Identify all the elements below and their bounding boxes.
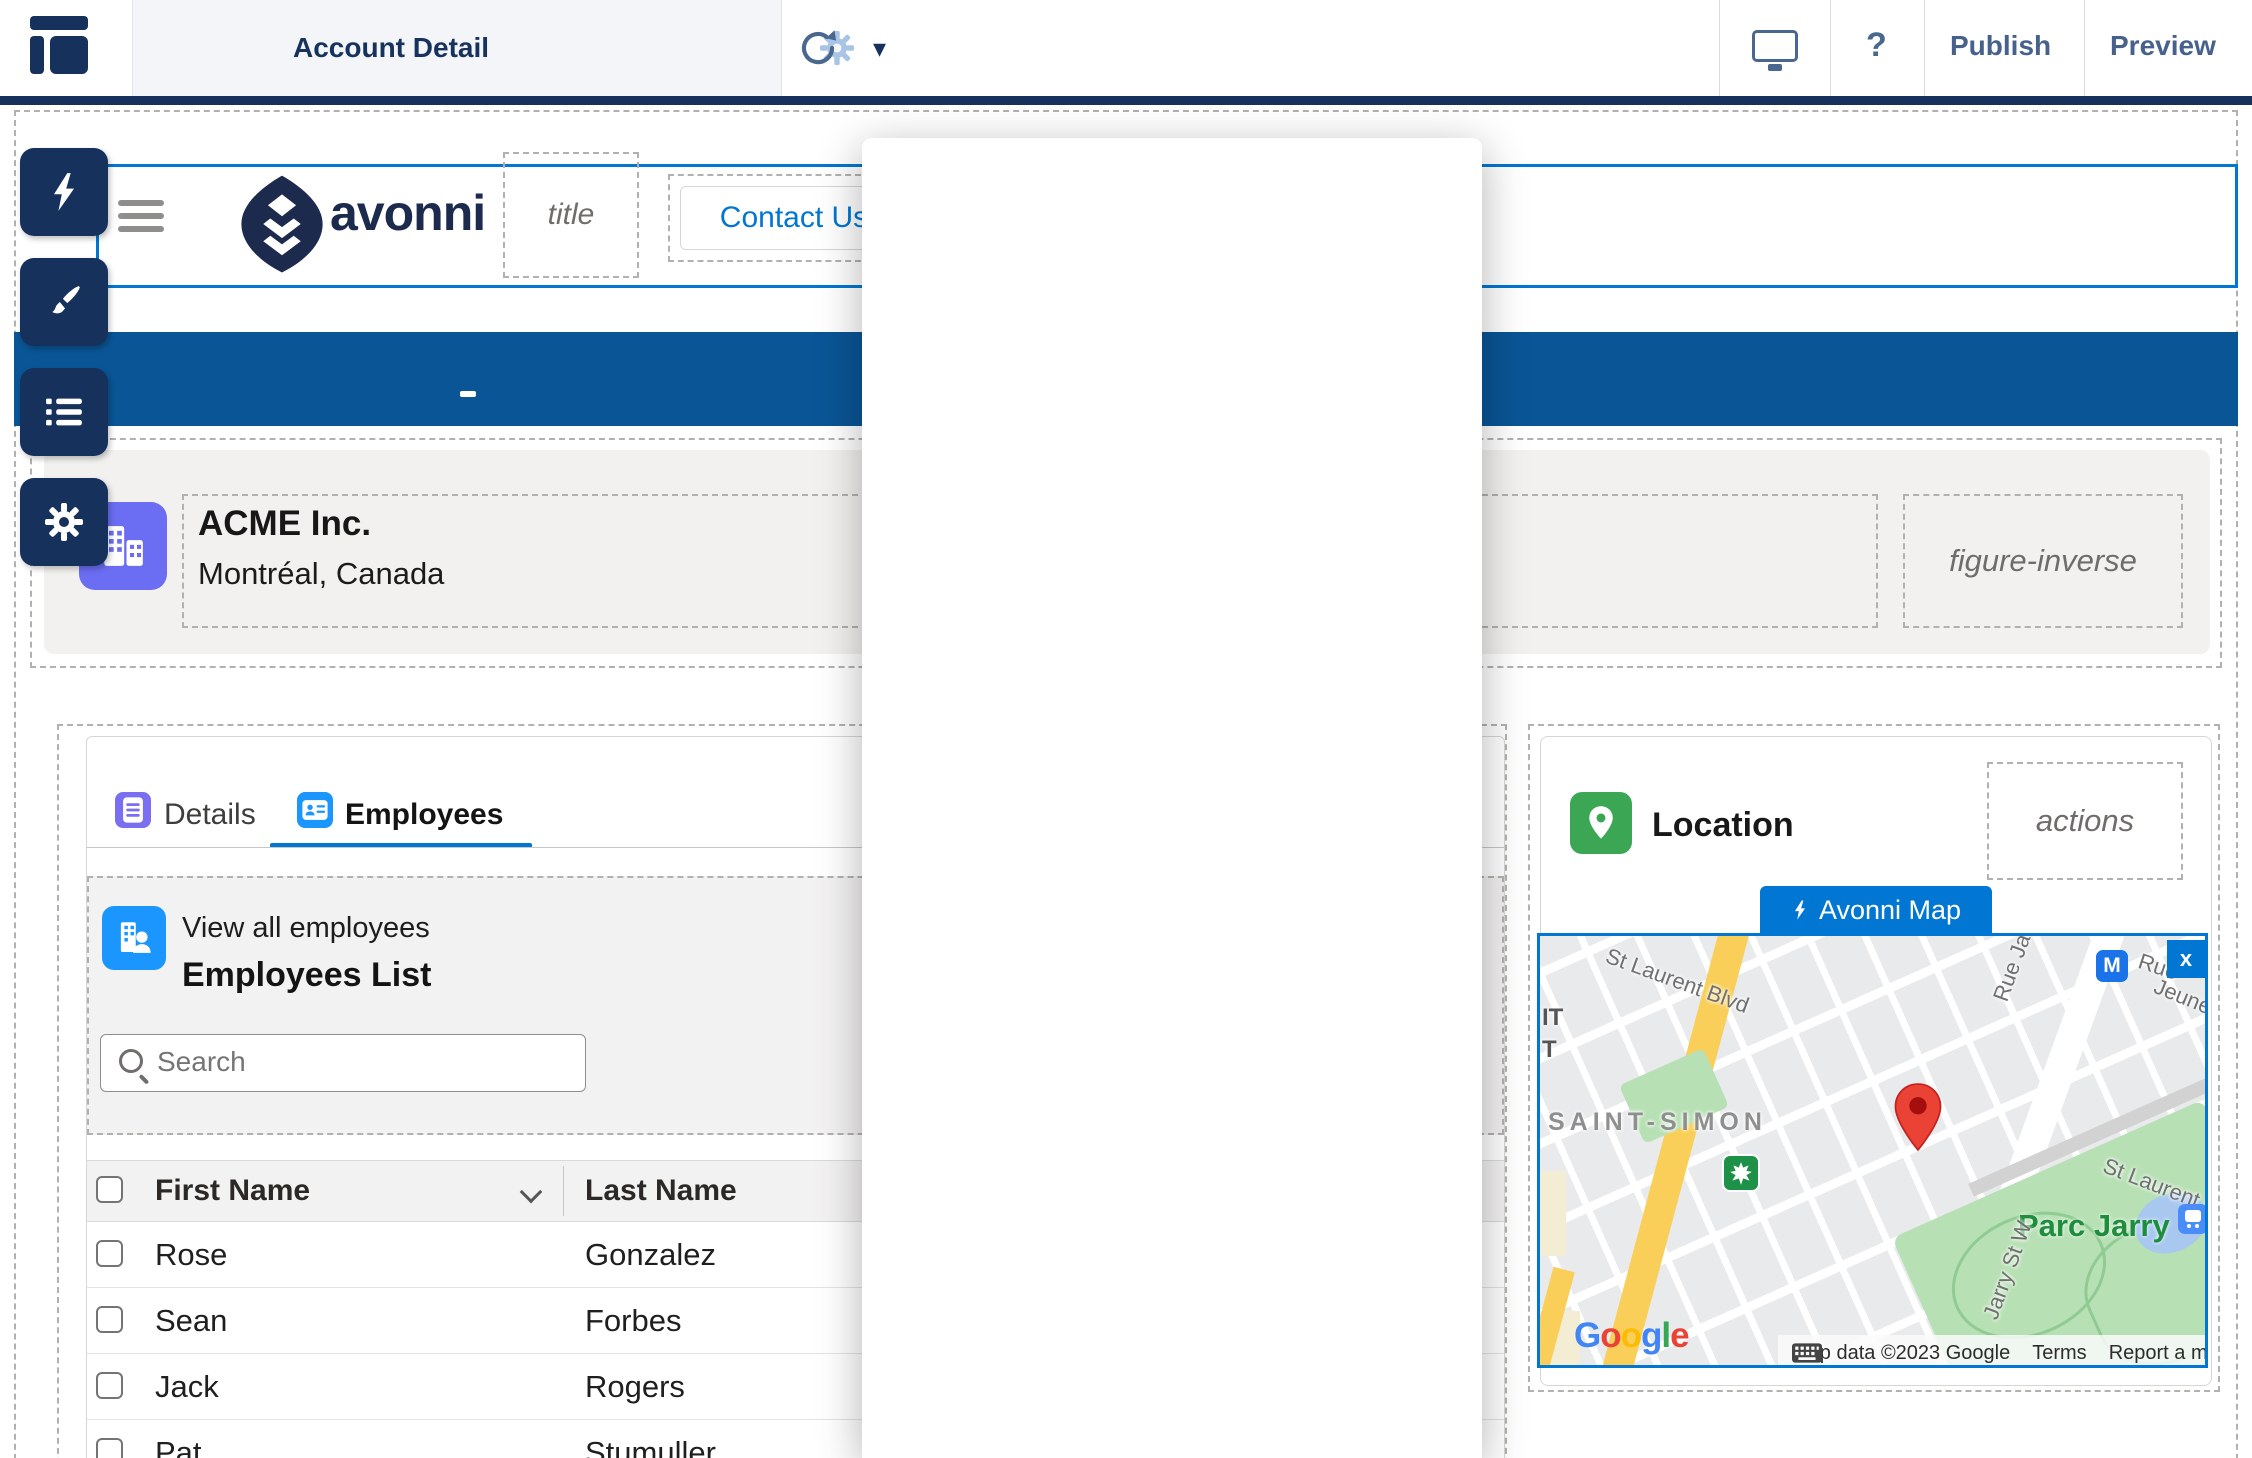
transit-station-icon (2178, 1204, 2208, 1234)
avonni-map-component-badge[interactable]: Avonni Map (1760, 886, 1992, 934)
banner-text-right: ud to the Next Level. (1572, 694, 1847, 728)
brand-wordmark: avonni (330, 184, 485, 242)
details-tab-icon[interactable] (115, 792, 151, 828)
divider (2084, 0, 2085, 96)
banner-text-left: Just Released, Avonni Co (524, 694, 867, 728)
cell-first-name: Pat (155, 1435, 202, 1458)
avonni-logo-icon (232, 174, 332, 279)
employees-list-title: Employees List (182, 956, 431, 995)
cell-last-name: Gonzalez (585, 1237, 716, 1273)
device-preview-icon[interactable] (1752, 30, 1798, 62)
map-label-jeunesse: Jeuness (2150, 974, 2208, 1029)
map-terms-link[interactable]: Terms (2032, 1342, 2086, 1365)
structure-list-button[interactable] (20, 368, 108, 456)
map-label-rue-jarry: Rue Jarry (1988, 933, 2045, 1005)
device-preview-icon-stand (1768, 64, 1782, 71)
tab-details[interactable]: Details (164, 798, 256, 832)
figure-inverse-placeholder[interactable]: figure-inverse (1903, 494, 2183, 628)
column-header-first-name[interactable]: First Name (155, 1174, 310, 1208)
divider (1924, 0, 1925, 96)
page-dropdown-caret-icon[interactable]: ▾ (873, 33, 886, 64)
page-selector[interactable]: Account Detail ▾ (132, 0, 782, 96)
employees-list-icon (102, 906, 166, 970)
map-label-fragment: T (1542, 1036, 1557, 1064)
account-location: Montréal, Canada (198, 556, 444, 592)
hamburger-menu-icon[interactable] (118, 200, 164, 239)
row-checkbox[interactable] (96, 1306, 123, 1333)
location-pin-icon (1570, 792, 1632, 854)
location-title: Location (1652, 806, 1794, 845)
canvas-top-border (0, 96, 2252, 105)
map-report-link[interactable]: Report a map e (2109, 1342, 2208, 1365)
lightning-icon (1791, 899, 1809, 921)
cell-last-name: Stumuller (585, 1435, 716, 1458)
select-all-checkbox[interactable] (96, 1176, 123, 1203)
map-label-parc-jarry: Parc Jarry (2018, 1208, 2170, 1244)
map-label-saint-simon: SAINT-SIMON (1548, 1108, 1767, 1137)
row-checkbox[interactable] (96, 1240, 123, 1267)
keyboard-icon (1792, 1343, 1822, 1363)
experience-builder-screen: Account Detail ▾ ? Publish Previ (0, 0, 2252, 1458)
divider (1719, 0, 1720, 96)
column-divider (563, 1166, 564, 1216)
actions-placeholder[interactable]: actions (1987, 762, 2183, 880)
cell-first-name: Rose (155, 1237, 227, 1273)
preview-button[interactable]: Preview (2110, 30, 2216, 62)
cell-last-name: Rogers (585, 1369, 685, 1405)
map-lot (1537, 1171, 1566, 1256)
announcement-icon-stand (460, 391, 476, 397)
help-icon[interactable]: ? (1866, 26, 1887, 65)
top-toolbar: Account Detail ▾ ? Publish Previ (0, 0, 2252, 96)
row-checkbox[interactable] (96, 1372, 123, 1399)
cell-first-name: Jack (155, 1369, 219, 1405)
employees-search[interactable] (100, 1034, 586, 1092)
column-header-last-name[interactable]: Last Name (585, 1174, 737, 1208)
google-map[interactable]: St Laurent Blvd IT T SAINT-SIMON Rue Jar… (1537, 933, 2208, 1368)
refresh-icon[interactable] (796, 26, 840, 70)
highway-maple-leaf-icon (1722, 1154, 1760, 1192)
theme-brush-button[interactable] (20, 258, 108, 346)
employees-tab-icon[interactable] (297, 792, 333, 828)
announcement-icon (458, 684, 506, 720)
components-lightning-button[interactable] (20, 148, 108, 236)
cell-first-name: Sean (155, 1303, 227, 1339)
google-logo: Google (1574, 1316, 1689, 1356)
avonni-map-settings-panel (862, 138, 1482, 1458)
cell-last-name: Forbes (585, 1303, 681, 1339)
divider (1830, 0, 1831, 96)
publish-button[interactable]: Publish (1950, 30, 2051, 62)
search-input[interactable] (157, 1035, 577, 1089)
map-label-fragment: IT (1542, 1004, 1563, 1032)
component-badge-label: Avonni Map (1819, 895, 1961, 926)
page-title: Account Detail (293, 32, 489, 64)
map-data-attribution: Map data ©2023 Google (1792, 1342, 2010, 1365)
settings-gear-button[interactable] (20, 478, 108, 566)
tab-employees[interactable]: Employees (345, 798, 503, 832)
map-attribution: Map data ©2023 Google Terms Report a map… (1778, 1335, 2208, 1368)
title-placeholder[interactable]: title (503, 152, 639, 278)
account-name: ACME Inc. (198, 504, 371, 544)
builder-logo-icon[interactable] (30, 16, 96, 80)
metro-station-icon: M (2096, 950, 2128, 982)
employees-subtitle: View all employees (182, 912, 430, 945)
map-close-button[interactable]: x (2167, 940, 2205, 978)
search-icon (119, 1049, 143, 1073)
row-checkbox[interactable] (96, 1438, 123, 1458)
